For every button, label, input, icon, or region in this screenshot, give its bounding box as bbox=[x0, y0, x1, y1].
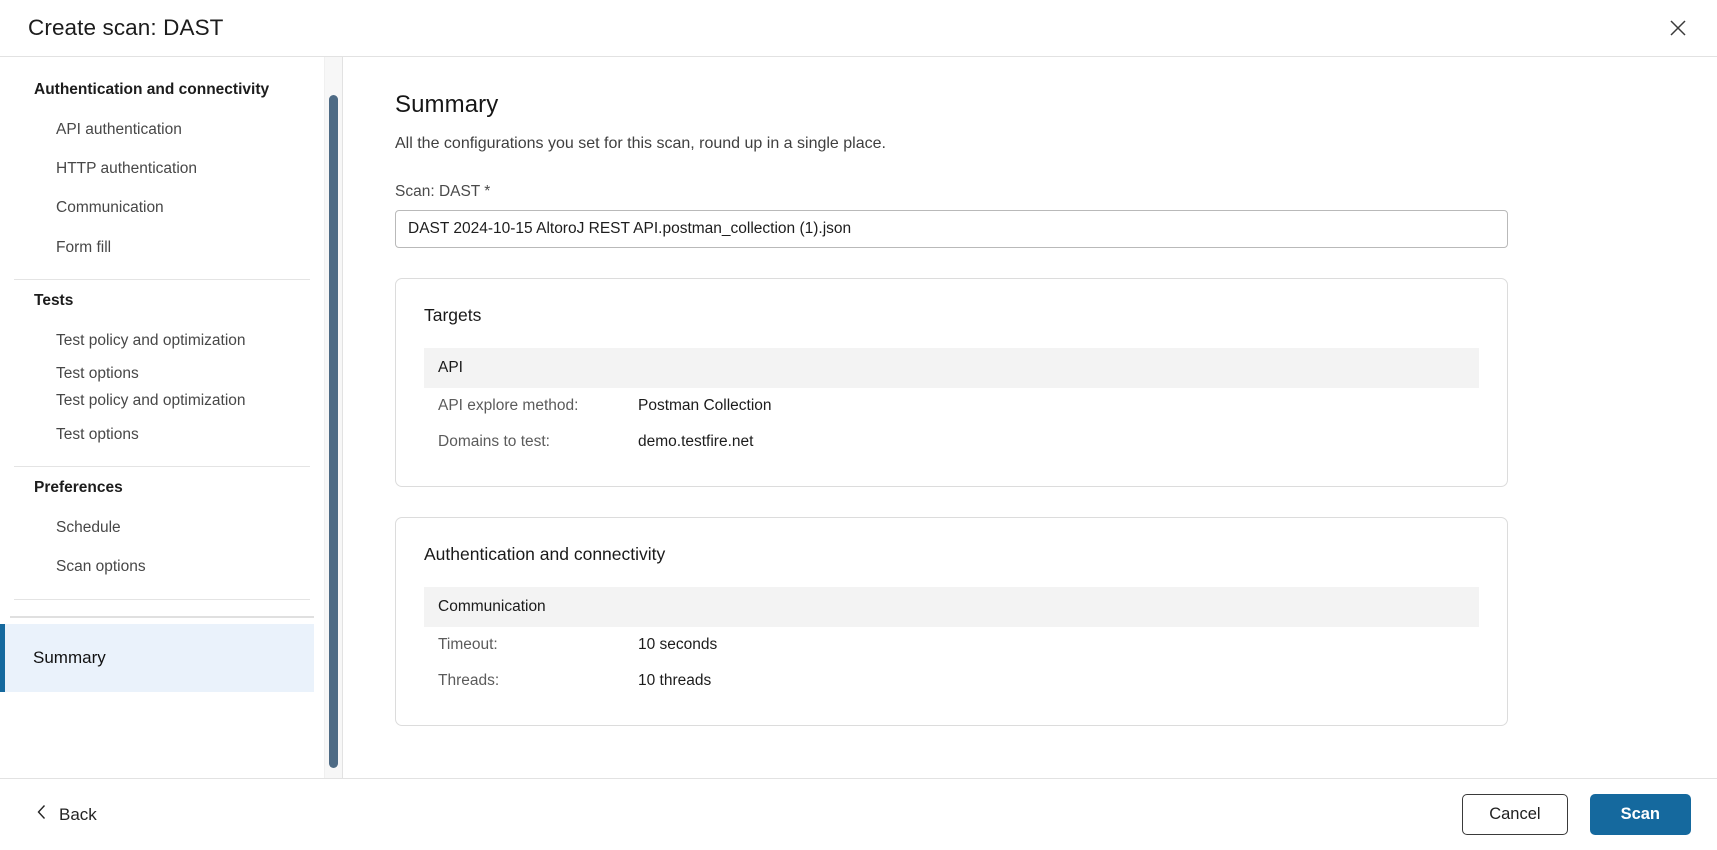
dialog-title: Create scan: DAST bbox=[28, 15, 224, 41]
sidebar-section: Authentication and connectivityAPI authe… bbox=[0, 69, 324, 267]
sidebar-item-form-fill[interactable]: Form fill bbox=[14, 228, 310, 267]
sidebar: Authentication and connectivityAPI authe… bbox=[0, 57, 342, 778]
sidebar-item-http-authentication[interactable]: HTTP authentication bbox=[14, 149, 310, 188]
back-button-label: Back bbox=[59, 805, 97, 825]
sidebar-item-communication[interactable]: Communication bbox=[14, 188, 310, 227]
close-icon[interactable] bbox=[1661, 11, 1695, 45]
summary-row-value: 10 seconds bbox=[638, 636, 717, 654]
sidebar-item-api-authentication[interactable]: API authentication bbox=[14, 110, 310, 149]
chevron-left-icon bbox=[36, 804, 47, 825]
sidebar-section-heading: Preferences bbox=[14, 467, 310, 508]
dialog-header: Create scan: DAST bbox=[0, 0, 1717, 57]
summary-row-key: API explore method: bbox=[438, 397, 638, 415]
back-button[interactable]: Back bbox=[30, 796, 103, 833]
sidebar-divider bbox=[14, 599, 310, 600]
summary-row-key: Timeout: bbox=[438, 636, 638, 654]
sidebar-scrollbar[interactable] bbox=[324, 57, 342, 778]
sidebar-section-heading: Authentication and connectivity bbox=[14, 69, 310, 110]
dialog-footer: Back Cancel Scan bbox=[0, 778, 1717, 850]
summary-row: Threads:10 threads bbox=[396, 663, 1507, 699]
summary-row-value: Postman Collection bbox=[638, 397, 772, 415]
sidebar-section-heading: Tests bbox=[14, 280, 310, 321]
sidebar-nav: Authentication and connectivityAPI authe… bbox=[0, 57, 324, 778]
page-title: Summary bbox=[395, 91, 1669, 119]
summary-card-title: Authentication and connectivity bbox=[396, 544, 1507, 565]
summary-row: Timeout:10 seconds bbox=[396, 627, 1507, 663]
summary-row: API explore method:Postman Collection bbox=[396, 388, 1507, 424]
sidebar-item-scan-options[interactable]: Scan options bbox=[14, 547, 310, 586]
scan-name-input[interactable] bbox=[395, 210, 1508, 248]
sidebar-item-test-options[interactable]: Test options bbox=[14, 360, 310, 387]
summary-row-key: Threads: bbox=[438, 672, 638, 690]
summary-row-value: demo.testfire.net bbox=[638, 433, 753, 451]
sidebar-section: PreferencesScheduleScan options bbox=[0, 467, 324, 586]
create-scan-dialog: Create scan: DAST Authentication and con… bbox=[0, 0, 1717, 850]
main-content: Summary All the configurations you set f… bbox=[343, 57, 1717, 778]
footer-actions: Cancel Scan bbox=[1462, 794, 1691, 835]
sidebar-section: TestsTest policy and optimizationTest op… bbox=[0, 280, 324, 454]
page-subtitle: All the configurations you set for this … bbox=[395, 135, 1669, 153]
summary-row-value: 10 threads bbox=[638, 672, 711, 690]
summary-section-header: API bbox=[424, 348, 1479, 388]
summary-row-key: Domains to test: bbox=[438, 433, 638, 451]
sidebar-item-schedule[interactable]: Schedule bbox=[14, 508, 310, 547]
sidebar-footer-divider bbox=[10, 616, 314, 618]
summary-section-header: Communication bbox=[424, 587, 1479, 627]
dialog-body: Authentication and connectivityAPI authe… bbox=[0, 57, 1717, 778]
sidebar-item-test-options[interactable]: Test options bbox=[14, 415, 310, 454]
summary-row: Domains to test:demo.testfire.net bbox=[396, 424, 1507, 460]
summary-card: Authentication and connectivity Communica… bbox=[395, 517, 1508, 726]
sidebar-item-test-policy-and-optimization[interactable]: Test policy and optimization bbox=[14, 321, 310, 360]
cancel-button[interactable]: Cancel bbox=[1462, 794, 1567, 835]
scan-button[interactable]: Scan bbox=[1590, 794, 1691, 835]
scrollbar-thumb[interactable] bbox=[329, 95, 338, 768]
scan-name-label: Scan: DAST * bbox=[395, 183, 1669, 201]
scan-name-field-block: Scan: DAST * bbox=[395, 183, 1669, 248]
summary-card-title: Targets bbox=[396, 305, 1507, 326]
sidebar-item-test-policy-and-optimization[interactable]: Test policy and optimization bbox=[14, 387, 310, 414]
sidebar-item-summary[interactable]: Summary bbox=[0, 624, 314, 692]
summary-card: TargetsAPIAPI explore method:Postman Col… bbox=[395, 278, 1508, 487]
